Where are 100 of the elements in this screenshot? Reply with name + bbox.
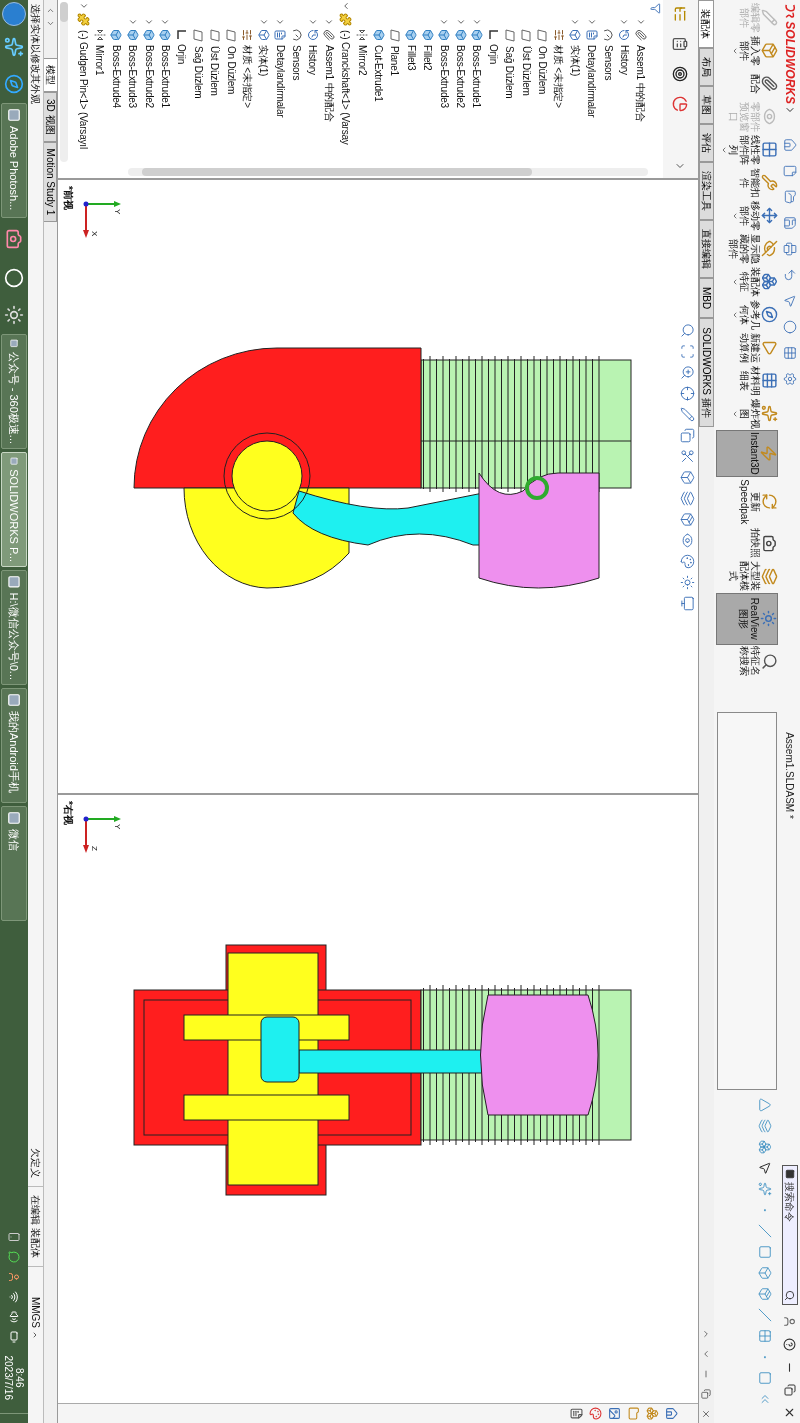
- caret-icon[interactable]: [619, 17, 630, 27]
- ribbon-button[interactable]: 移动零部件: [716, 199, 778, 232]
- scroll-left-icon[interactable]: [46, 6, 55, 15]
- caret-icon[interactable]: [720, 145, 728, 154]
- app-icon[interactable]: [4, 305, 24, 325]
- caret-icon[interactable]: [731, 277, 739, 286]
- caret-icon[interactable]: [324, 17, 335, 27]
- ribbon-button[interactable]: 插入零部件: [716, 34, 778, 67]
- caret-icon[interactable]: [127, 17, 138, 27]
- layers-icon[interactable]: [758, 1119, 772, 1133]
- document-icon[interactable]: [570, 1407, 583, 1420]
- tree-item[interactable]: Orjin: [485, 44, 501, 65]
- speaker-icon[interactable]: [8, 1310, 20, 1323]
- tree-item[interactable]: Mirror1: [92, 45, 108, 76]
- tree-item[interactable]: Boss-Extrude1: [469, 45, 485, 108]
- battery-icon[interactable]: [8, 1330, 20, 1343]
- ribbon-button[interactable]: 更新Speedpak: [716, 476, 778, 527]
- tree-item[interactable]: 材质 <未指定>: [239, 45, 255, 108]
- sparkles-icon[interactable]: [758, 1182, 772, 1196]
- tree-item[interactable]: Detaylandirmalar: [584, 45, 600, 118]
- home-icon[interactable]: [783, 138, 797, 152]
- scroll-right-icon[interactable]: [46, 19, 55, 28]
- caret-icon[interactable]: [308, 17, 318, 27]
- printer-icon[interactable]: [783, 242, 797, 256]
- caret-icon[interactable]: [731, 310, 739, 319]
- user-icon[interactable]: [783, 1315, 797, 1328]
- tree-item[interactable]: Fillet2: [420, 45, 436, 71]
- image-icon[interactable]: [608, 1407, 621, 1420]
- search-field[interactable]: 搜索命令: [782, 1165, 798, 1305]
- command-tab[interactable]: 直接编辑: [699, 220, 714, 278]
- user-icon[interactable]: [8, 1270, 20, 1283]
- caret-icon[interactable]: [78, 1, 89, 11]
- ribbon-button[interactable]: 新建运动算例: [716, 331, 778, 364]
- home-icon[interactable]: [665, 1407, 678, 1420]
- tree-item[interactable]: 实体(1): [567, 45, 583, 77]
- caret-icon[interactable]: [144, 17, 155, 27]
- command-tab[interactable]: 布局: [699, 48, 714, 86]
- restore-icon[interactable]: [784, 1384, 796, 1396]
- tree-item[interactable]: 材质 <未指定>: [551, 45, 567, 108]
- caret-icon[interactable]: [258, 17, 269, 27]
- clipboard-icon[interactable]: [672, 36, 689, 52]
- scrollbar[interactable]: [128, 168, 648, 176]
- tree-item[interactable]: Üst Düzlem: [207, 46, 223, 96]
- tree-item[interactable]: Boss-Extrude4: [108, 45, 124, 108]
- double-chevron-icon[interactable]: [758, 1392, 772, 1406]
- tree-item[interactable]: Sensors: [289, 45, 305, 81]
- phone-icon[interactable]: [8, 1230, 20, 1243]
- command-tab[interactable]: 评估: [699, 124, 714, 162]
- start-button[interactable]: [2, 2, 26, 26]
- line-icon[interactable]: [758, 1308, 772, 1322]
- caret-icon[interactable]: [586, 17, 597, 27]
- ribbon-button[interactable]: 大型装配体模式: [716, 559, 778, 593]
- app-icon[interactable]: [4, 229, 24, 249]
- layers-icon[interactable]: [680, 491, 695, 506]
- triangle-icon[interactable]: [758, 1098, 772, 1112]
- caret-icon[interactable]: [439, 17, 450, 27]
- ribbon-button[interactable]: 参考几何体: [716, 298, 778, 331]
- tree-item[interactable]: Assem1 中的配合: [321, 45, 337, 122]
- scrollbar[interactable]: [60, 2, 68, 162]
- caret-icon[interactable]: [731, 409, 739, 418]
- tree-item[interactable]: 实体(1): [256, 45, 272, 77]
- caret-icon[interactable]: [160, 17, 171, 27]
- taskbar-app[interactable]: 微信: [1, 806, 27, 921]
- cube-icon[interactable]: [758, 1266, 772, 1280]
- folder-icon[interactable]: [627, 1407, 640, 1420]
- command-tab[interactable]: MBD: [699, 278, 714, 319]
- search-icon[interactable]: [680, 323, 695, 338]
- palette-icon[interactable]: [589, 1407, 602, 1420]
- caret-icon[interactable]: [635, 17, 646, 27]
- frame-icon[interactable]: [680, 344, 695, 359]
- eye-icon[interactable]: [680, 533, 695, 548]
- units-selector[interactable]: MMGS: [28, 1296, 43, 1339]
- tree-item[interactable]: Boss-Extrude1: [158, 45, 173, 108]
- ribbon-button[interactable]: 显示隐藏的零部件: [716, 232, 778, 265]
- tree-item[interactable]: Mirror2: [354, 45, 370, 76]
- tree-item[interactable]: (-) Cranckshaft<1> (Varsay: [338, 30, 354, 145]
- copy-icon[interactable]: [680, 428, 695, 443]
- command-tab[interactable]: SOLIDWORKS 插件: [699, 318, 714, 427]
- taskbar-app[interactable]: 公众号 - 360极速...: [1, 334, 27, 449]
- ribbon-button[interactable]: 线性零部件阵列: [716, 133, 778, 166]
- ribbon-button[interactable]: Instant3D: [716, 430, 778, 477]
- ribbon-button[interactable]: RealView图形: [716, 592, 778, 645]
- sun-icon[interactable]: [680, 575, 695, 590]
- filter-icon[interactable]: [650, 3, 662, 14]
- settings-icon[interactable]: [783, 372, 797, 386]
- tree-item[interactable]: (-) Gudgen Pin<1> (Varsayıl: [76, 30, 92, 149]
- monitor-icon[interactable]: [680, 596, 695, 611]
- tree-item[interactable]: Sağ Düzlem: [190, 46, 206, 99]
- ribbon-button[interactable]: 爆炸视图: [716, 397, 778, 430]
- tree-item[interactable]: Cut-Extrude1: [371, 45, 387, 102]
- tree-item[interactable]: On Düzlem: [223, 46, 239, 95]
- save-icon[interactable]: [783, 216, 797, 230]
- ribbon-button[interactable]: 特征名称搜索: [716, 644, 778, 678]
- scissors-icon[interactable]: [680, 449, 695, 464]
- pointer-icon[interactable]: [758, 1161, 772, 1175]
- folder-icon[interactable]: [783, 190, 797, 204]
- tree-item[interactable]: Assem1 中的配合: [633, 45, 649, 122]
- command-tab[interactable]: 装配体: [699, 0, 714, 48]
- pencil-icon[interactable]: [680, 407, 695, 422]
- ribbon-button[interactable]: 装配体特征: [716, 265, 778, 298]
